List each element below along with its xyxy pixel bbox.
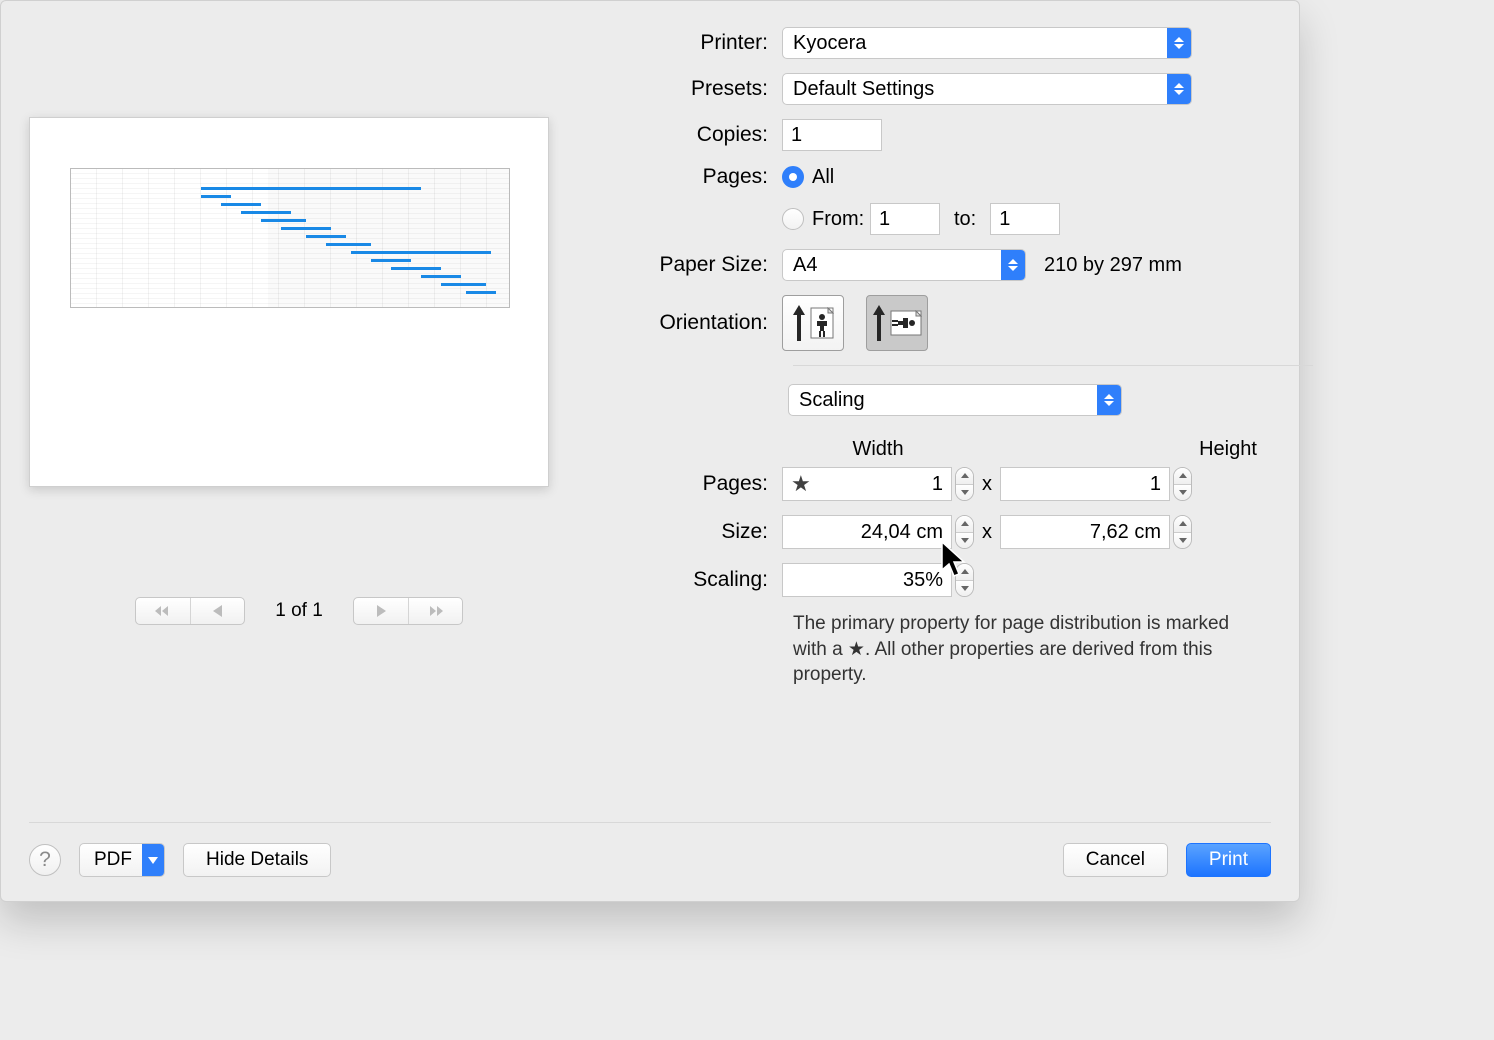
size-height-stepper[interactable] bbox=[1173, 515, 1192, 549]
printer-select[interactable]: Kyocera bbox=[782, 27, 1192, 59]
last-page-button[interactable] bbox=[408, 598, 462, 624]
pages-to-label: to: bbox=[954, 208, 976, 231]
presets-label: Presets: bbox=[597, 77, 782, 101]
copies-input[interactable] bbox=[782, 119, 882, 151]
printer-label: Printer: bbox=[597, 31, 782, 55]
pages-to-input[interactable] bbox=[990, 203, 1060, 235]
stepper-up-button[interactable] bbox=[956, 516, 973, 533]
first-page-button[interactable] bbox=[136, 598, 190, 624]
scaling-help-text: The primary property for page distributi… bbox=[793, 611, 1253, 688]
stepper-down-button[interactable] bbox=[956, 581, 973, 597]
scaling-stepper[interactable] bbox=[955, 563, 974, 597]
options-section-select[interactable]: Scaling bbox=[788, 384, 1122, 416]
paper-size-label: Paper Size: bbox=[597, 253, 782, 277]
page-indicator: 1 of 1 bbox=[275, 600, 323, 622]
pdf-label: PDF bbox=[94, 849, 132, 871]
height-header: Height bbox=[1143, 438, 1313, 461]
stepper-down-button[interactable] bbox=[1174, 533, 1191, 549]
copies-label: Copies: bbox=[597, 123, 782, 147]
stepper-up-button[interactable] bbox=[956, 468, 973, 485]
updown-arrows-icon bbox=[1167, 28, 1191, 58]
size-label: Size: bbox=[597, 520, 782, 544]
x-separator: x bbox=[982, 521, 992, 544]
prev-page-button[interactable] bbox=[190, 598, 244, 624]
stepper-up-button[interactable] bbox=[1174, 468, 1191, 485]
print-dialog: 1 of 1 Printer: Kyocera bbox=[0, 0, 1300, 902]
stepper-up-button[interactable] bbox=[956, 564, 973, 581]
options-section-value: Scaling bbox=[799, 389, 865, 412]
pages-from-label: From: bbox=[812, 208, 870, 231]
preview-nav-back bbox=[135, 597, 245, 625]
pages-height-input[interactable]: 1 bbox=[1000, 467, 1170, 501]
star-icon: ★ bbox=[791, 471, 811, 497]
size-width-input[interactable]: 24,04 cm bbox=[782, 515, 952, 549]
width-header: Width bbox=[793, 438, 963, 461]
size-width-stepper[interactable] bbox=[955, 515, 974, 549]
pages-width-input[interactable]: ★ 1 bbox=[782, 467, 952, 501]
paper-size-select[interactable]: A4 bbox=[782, 249, 1026, 281]
preview-gantt-thumbnail bbox=[70, 168, 510, 308]
scaling-input[interactable]: 35% bbox=[782, 563, 952, 597]
next-page-button[interactable] bbox=[354, 598, 408, 624]
pages-all-radio[interactable] bbox=[782, 166, 804, 188]
presets-value: Default Settings bbox=[793, 78, 934, 101]
help-button[interactable]: ? bbox=[29, 844, 61, 876]
paper-dimensions: 210 by 297 mm bbox=[1044, 254, 1182, 277]
updown-arrows-icon bbox=[1097, 385, 1121, 415]
pages-height-stepper[interactable] bbox=[1173, 467, 1192, 501]
scaling-wh-label: Scaling: bbox=[597, 568, 782, 592]
paper-size-value: A4 bbox=[793, 254, 817, 277]
updown-arrows-icon bbox=[1167, 74, 1191, 104]
pdf-menu[interactable]: PDF bbox=[79, 843, 165, 877]
orientation-label: Orientation: bbox=[597, 311, 782, 335]
orientation-landscape-button[interactable] bbox=[866, 295, 928, 351]
updown-arrows-icon bbox=[1001, 250, 1025, 280]
stepper-down-button[interactable] bbox=[956, 485, 973, 501]
size-height-input[interactable]: 7,62 cm bbox=[1000, 515, 1170, 549]
pages-label: Pages: bbox=[597, 165, 782, 189]
print-preview bbox=[29, 117, 549, 487]
stepper-up-button[interactable] bbox=[1174, 516, 1191, 533]
orientation-portrait-button[interactable] bbox=[782, 295, 844, 351]
pages-wh-label: Pages: bbox=[597, 472, 782, 496]
hide-details-button[interactable]: Hide Details bbox=[183, 843, 331, 877]
stepper-down-button[interactable] bbox=[1174, 485, 1191, 501]
pages-from-input[interactable] bbox=[870, 203, 940, 235]
pages-all-label: All bbox=[812, 166, 834, 189]
printer-value: Kyocera bbox=[793, 32, 866, 55]
x-separator: x bbox=[982, 473, 992, 496]
presets-select[interactable]: Default Settings bbox=[782, 73, 1192, 105]
print-button[interactable]: Print bbox=[1186, 843, 1271, 877]
preview-nav-forward bbox=[353, 597, 463, 625]
pages-range-radio[interactable] bbox=[782, 208, 804, 230]
pages-width-stepper[interactable] bbox=[955, 467, 974, 501]
cancel-button[interactable]: Cancel bbox=[1063, 843, 1168, 877]
stepper-down-button[interactable] bbox=[956, 533, 973, 549]
chevron-down-icon bbox=[142, 844, 164, 876]
